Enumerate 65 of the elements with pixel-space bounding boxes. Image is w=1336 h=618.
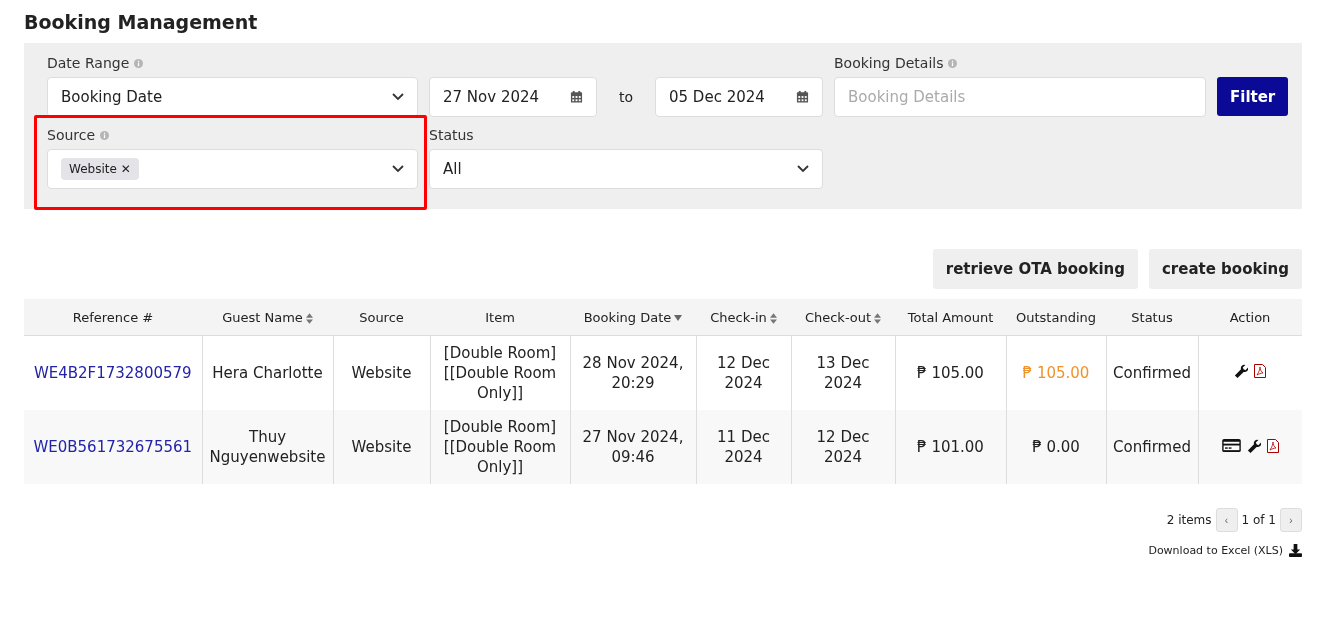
wrench-icon[interactable] (1246, 438, 1261, 453)
column-header: Source (359, 309, 404, 325)
table-cell: Confirmed (1113, 364, 1191, 382)
prev-page-button[interactable]: ‹ (1215, 508, 1238, 532)
credit-card-icon[interactable] (1221, 439, 1241, 452)
field-label: Status (429, 127, 474, 143)
table-cell: 12 Dec 2024 (717, 354, 770, 392)
table-cell: Thuy Nguyenwebsite (209, 428, 326, 466)
calendar-icon (570, 90, 583, 104)
table-cell: [Double Room] [[Double Room Only]] (443, 418, 557, 476)
table-cell: Website (351, 438, 412, 456)
table-cell: Hera Charlotte (212, 364, 323, 382)
booking-details-field[interactable]: Booking Details (834, 77, 1206, 117)
pdf-file-icon[interactable] (1266, 438, 1279, 453)
item-count: 2 items (1166, 513, 1212, 527)
table-cell: [Double Room] [[Double Room Only]] (443, 344, 557, 402)
status-dropdown[interactable]: All (429, 149, 823, 189)
wrench-icon[interactable] (1234, 364, 1249, 378)
column-header: Status (1131, 309, 1173, 325)
action-button[interactable]: retrieve OTA booking (932, 249, 1138, 289)
sort-icon[interactable] (874, 312, 882, 324)
field-label: Date Range (47, 55, 130, 71)
column-header: Reference # (72, 309, 154, 325)
table-cell: ₱ 105.00 (917, 364, 984, 382)
field-label: Source (47, 127, 96, 143)
table-cell: Website (351, 364, 412, 382)
info-icon (134, 58, 144, 68)
column-header: Item (485, 309, 515, 325)
field-label: Booking Details (834, 55, 944, 71)
source-tag[interactable]: Website ✕ (61, 158, 139, 180)
info-icon (948, 58, 958, 68)
chevron-down-icon (797, 165, 809, 173)
page-title: Booking Management (24, 10, 259, 35)
chevron-down-icon (392, 93, 404, 101)
pdf-file-icon[interactable] (1254, 364, 1267, 378)
table-cell: 13 Dec 2024 (816, 354, 870, 392)
chevron-down-icon (392, 165, 404, 173)
download-icon[interactable] (1289, 544, 1302, 557)
table-cell: ₱ 0.00 (1032, 438, 1080, 456)
booking-reference-link[interactable]: WE4B2F1732800579 (33, 364, 192, 382)
filter-button[interactable]: Filter (1217, 77, 1289, 116)
source-multiselect[interactable]: Website ✕ (47, 149, 418, 189)
column-header: Outstanding (1016, 309, 1096, 325)
table-cell: 27 Nov 2024, 09:46 (582, 428, 684, 466)
calendar-icon (796, 90, 809, 104)
page-indicator: 1 of 1 (1241, 513, 1276, 527)
sort-icon[interactable] (769, 312, 777, 324)
table-cell: ₱ 105.00 (1022, 364, 1090, 382)
table-cell: 12 Dec 2024 (816, 428, 870, 466)
column-header: Total Amount (907, 309, 994, 325)
table-cell: 28 Nov 2024, 20:29 (582, 354, 684, 392)
date-from-field[interactable]: 27 Nov 2024 (429, 77, 597, 117)
column-header: Action (1229, 309, 1271, 325)
action-button[interactable]: create booking (1148, 249, 1302, 289)
next-page-button[interactable]: › (1280, 508, 1302, 532)
download-link[interactable]: Download to Excel (XLS) (1148, 544, 1283, 557)
table-cell: ₱ 101.00 (917, 438, 984, 456)
date-range-dropdown[interactable]: Booking Date (47, 77, 418, 117)
table-cell: 11 Dec 2024 (717, 428, 770, 466)
date-separator: to (617, 88, 635, 107)
sort-icon[interactable] (305, 312, 313, 324)
table-cell: Confirmed (1113, 438, 1191, 456)
date-to-field[interactable]: 05 Dec 2024 (655, 77, 823, 117)
sort-down-icon[interactable] (674, 315, 683, 321)
info-icon (100, 130, 110, 140)
